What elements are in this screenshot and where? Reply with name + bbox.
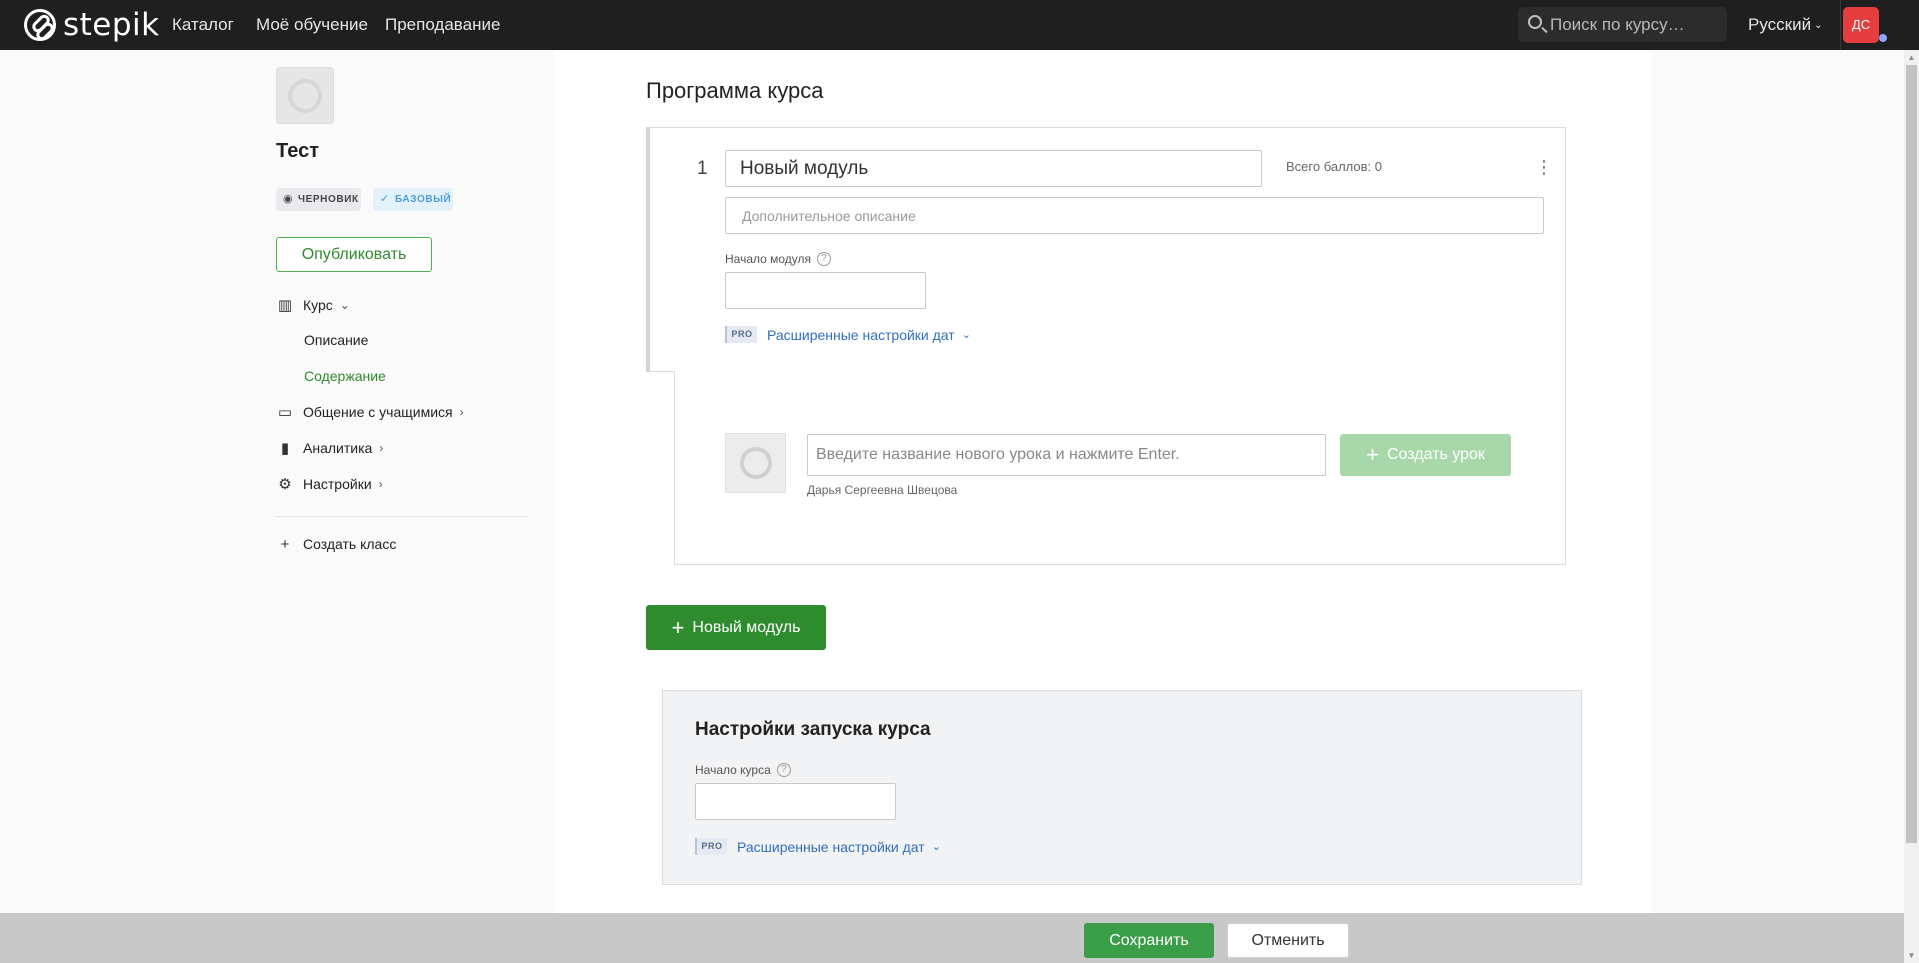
save-bar [0,913,1904,963]
sidebar-item-label: Создать класс [303,536,397,552]
base-badge-label: БАЗОВЫЙ [395,194,452,205]
new-module-label: Новый модуль [692,618,801,636]
lesson-thumbnail [725,433,786,493]
language-selector[interactable]: Русский ⌄ [1748,15,1822,36]
help-icon[interactable]: ? [817,252,832,266]
sidebar-item-label: Общение с учащимися [303,404,453,420]
publish-button[interactable]: Опубликовать [276,237,432,272]
sidebar-item-analytics[interactable]: ▮ Аналитика › [276,437,383,459]
help-icon[interactable]: ? [776,763,791,777]
user-avatar[interactable]: ДС [1843,7,1879,43]
plus-icon: + [671,614,685,640]
course-title: Тест [276,140,319,162]
chevron-right-icon: › [378,477,383,491]
language-label: Русский [1748,15,1812,34]
new-module-button[interactable]: + Новый модуль [646,605,826,650]
nav-catalog-link[interactable]: Каталог [172,15,234,35]
nav-teaching-link[interactable]: Преподавание [385,15,500,35]
sidebar-item-label: Настройки [303,476,372,492]
eye-off-icon: ◉ [283,193,294,205]
launch-settings-title: Настройки запуска курса [695,719,931,740]
chat-icon: ▭ [277,404,293,421]
plus-icon: + [280,535,290,553]
course-placeholder-icon [288,79,322,113]
base-plan-badge[interactable]: ✓ БАЗОВЫЙ [373,188,453,211]
module-description-input[interactable] [725,197,1544,234]
header-divider [1840,0,1841,50]
notification-dot-icon [1879,34,1887,42]
chevron-down-icon: ⌄ [961,329,971,341]
sidebar-item-label: Курс [303,297,333,313]
module-title-input[interactable] [725,150,1262,187]
create-lesson-label: Создать урок [1386,446,1485,463]
search-icon [1528,15,1542,29]
logo-text: stepik [63,7,160,43]
lesson-author: Дарья Сергеевна Швецова [807,483,958,497]
plus-icon: + [1366,442,1379,467]
sidebar-divider [276,516,529,517]
sidebar-item-communication[interactable]: ▭ Общение с учащимися › [276,401,464,423]
pro-tag: PRO [695,838,727,855]
module-number: 1 [697,158,708,179]
course-start-date-input[interactable] [695,783,896,820]
module-total-score: Всего баллов: 0 [1286,159,1382,174]
sidebar-item-settings[interactable]: ⚙ Настройки › [276,473,383,495]
module-start-label-text: Начало модуля [725,252,812,266]
stepik-logo[interactable]: stepik [24,8,160,42]
chevron-down-icon: ⌄ [339,298,350,312]
leaf-icon: ✓ [380,193,390,205]
course-start-label-text: Начало курса [695,763,771,777]
advanced-dates-link[interactable]: Расширенные настройки дат [767,327,955,343]
search-input[interactable] [1550,7,1720,42]
sidebar-item-course[interactable]: ▥ Курс ⌄ [276,294,350,316]
course-search[interactable] [1518,7,1727,42]
nav-my-learning-link[interactable]: Моё обучение [256,15,368,35]
chevron-right-icon: › [459,405,464,419]
course-advanced-dates[interactable]: PRO Расширенные настройки дат ⌄ [695,838,941,855]
scrollbar-thumb[interactable] [1906,65,1917,843]
pro-tag: PRO [725,326,757,343]
advanced-dates-link[interactable]: Расширенные настройки дат [737,839,925,855]
more-options-icon[interactable]: ⋮ [1535,157,1553,177]
course-start-label: Начало курса ? [695,763,791,777]
sidebar-item-description[interactable]: Описание [304,332,368,348]
create-lesson-button[interactable]: + Создать урок [1340,434,1511,476]
chevron-down-icon: ⌄ [1814,20,1823,31]
book-icon: ▥ [277,297,293,314]
stepik-logo-icon [24,9,56,41]
lesson-placeholder-icon [740,447,772,479]
scroll-up-icon[interactable]: ▲ [1904,50,1919,65]
module-advanced-dates[interactable]: PRO Расширенные настройки дат ⌄ [725,326,971,343]
gear-icon: ⚙ [278,476,292,493]
draft-badge-label: ЧЕРНОВИК [298,194,359,205]
module-start-date-input[interactable] [725,272,926,309]
chevron-down-icon: ⌄ [931,841,941,853]
chevron-right-icon: › [379,441,384,455]
save-button[interactable]: Сохранить [1084,923,1214,958]
new-lesson-input[interactable] [807,434,1326,476]
cancel-button[interactable]: Отменить [1227,923,1349,958]
draft-badge: ◉ ЧЕРНОВИК [276,188,361,211]
scroll-down-icon[interactable]: ▼ [1904,948,1919,963]
bar-chart-icon: ▮ [280,440,290,457]
module-start-label: Начало модуля ? [725,252,832,266]
sidebar-item-create-class[interactable]: + Создать класс [276,533,397,555]
page-title: Программа курса [646,78,824,103]
sidebar-item-content[interactable]: Содержание [304,368,386,384]
course-cover[interactable] [276,67,334,124]
sidebar-item-label: Аналитика [303,440,373,456]
